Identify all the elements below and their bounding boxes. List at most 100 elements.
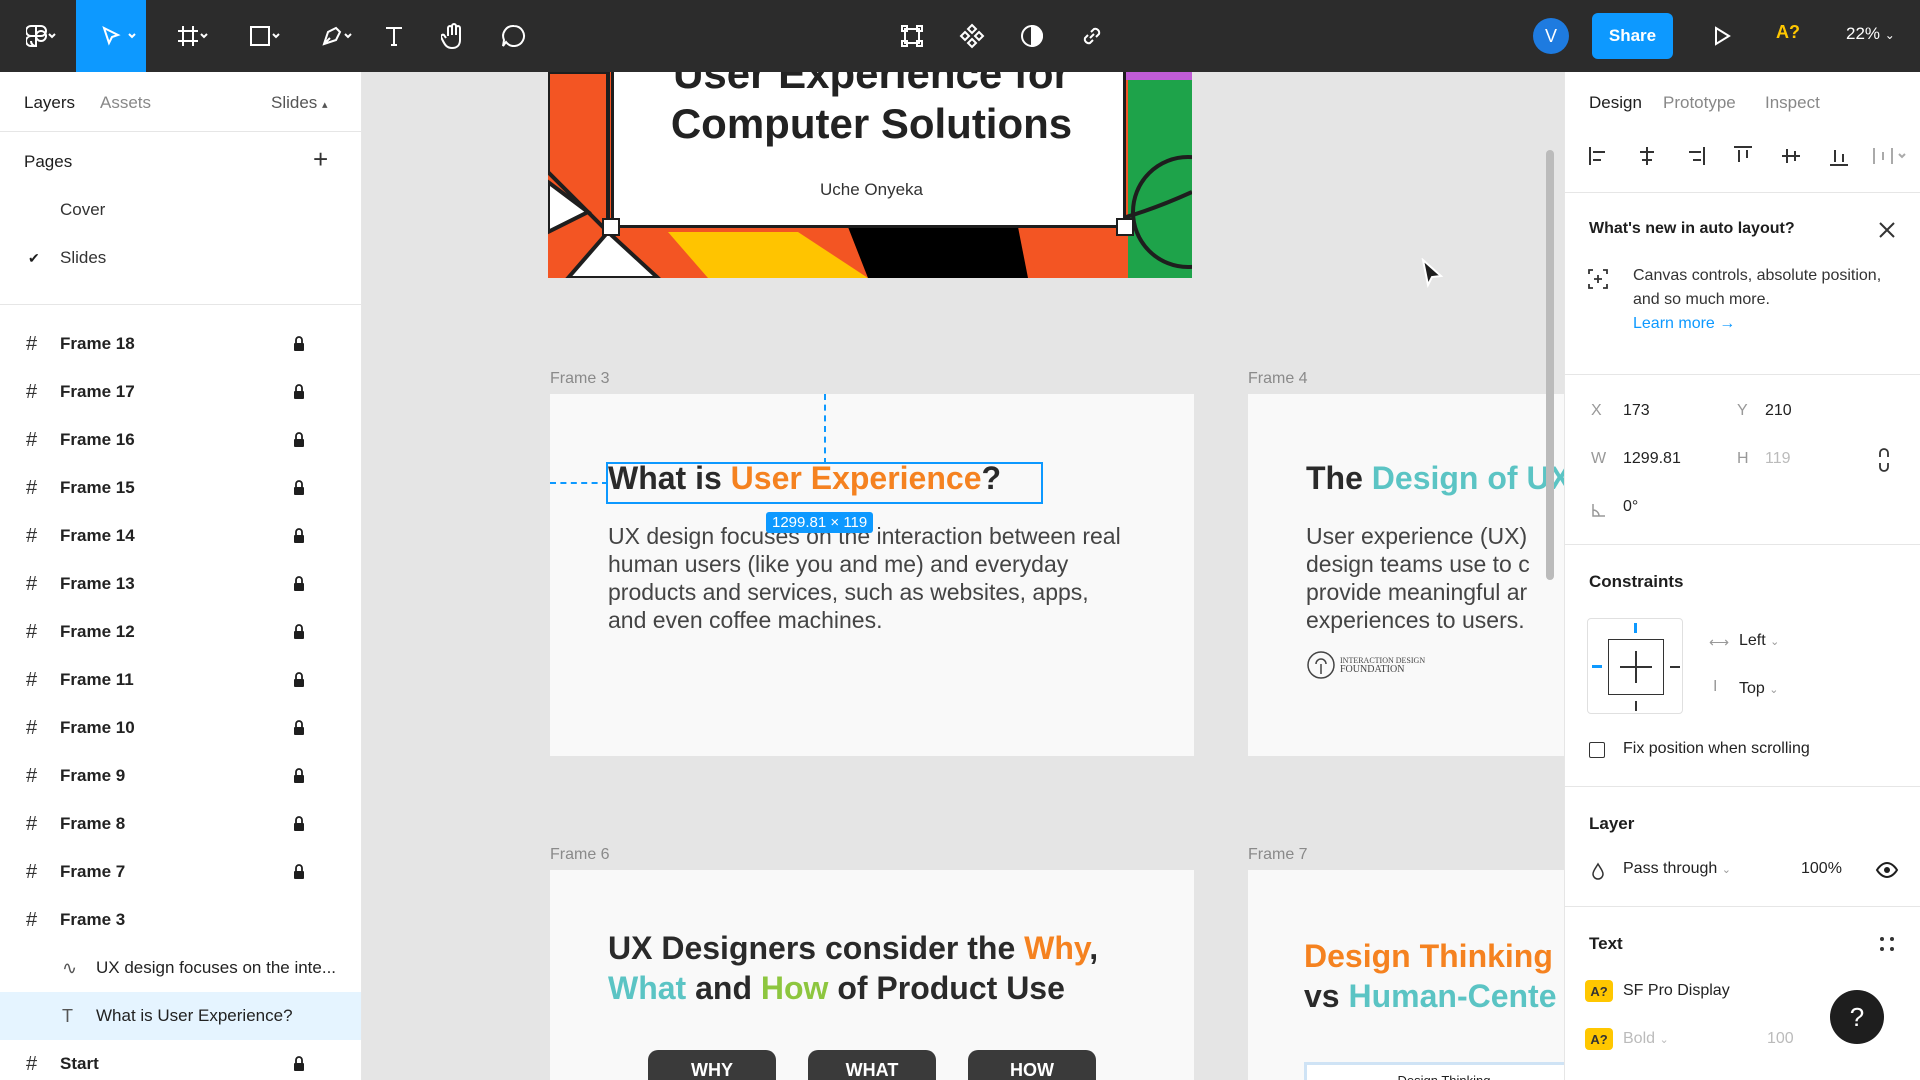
lock-icon[interactable] <box>293 672 305 688</box>
hand-tool-button[interactable] <box>434 0 474 72</box>
layer-row[interactable]: # Frame 13 <box>0 560 361 608</box>
frame6-heading[interactable]: UX Designers consider the Why, What and … <box>608 928 1098 1008</box>
shape-tool-button[interactable] <box>232 0 288 72</box>
tab-design[interactable]: Design <box>1589 93 1642 113</box>
create-component-button[interactable] <box>952 0 992 72</box>
h-input[interactable]: 119 <box>1765 450 1791 468</box>
frame-label-frame7[interactable]: Frame 7 <box>1248 846 1308 864</box>
layer-row[interactable]: # Frame 16 <box>0 416 361 464</box>
canvas-scrollbar[interactable] <box>1546 150 1554 580</box>
link-button[interactable] <box>1072 0 1112 72</box>
eye-icon[interactable] <box>1875 858 1899 882</box>
add-page-icon[interactable]: + <box>313 146 328 172</box>
blend-mode-dropdown[interactable]: Pass through ⌄ <box>1623 860 1731 878</box>
align-right-icon[interactable] <box>1683 144 1707 168</box>
lock-icon[interactable] <box>293 432 305 448</box>
frame-label-frame4[interactable]: Frame 4 <box>1248 370 1308 388</box>
constraint-bottom[interactable] <box>1635 701 1637 711</box>
frame4-heading[interactable]: The Design of UX <box>1306 460 1564 497</box>
frame4-body[interactable]: User experience (UX) design teams use to… <box>1306 522 1564 634</box>
user-avatar[interactable]: V <box>1533 18 1569 54</box>
lock-icon[interactable] <box>293 1056 305 1072</box>
x-input[interactable]: 173 <box>1623 402 1650 420</box>
frame-label-frame6[interactable]: Frame 6 <box>550 846 610 864</box>
opacity-input[interactable]: 100% <box>1801 860 1842 878</box>
font-family-dropdown[interactable]: SF Pro Display <box>1623 982 1730 1000</box>
pen-tool-button[interactable] <box>304 0 360 72</box>
align-vertical-center-icon[interactable] <box>1779 144 1803 168</box>
lock-icon[interactable] <box>293 768 305 784</box>
cover-slide[interactable]: User Experience for Computer Solutions U… <box>548 72 1192 278</box>
page-selector[interactable]: Slides ▴ <box>271 93 328 113</box>
comment-tool-button[interactable] <box>494 0 534 72</box>
layer-row[interactable]: # Frame 11 <box>0 656 361 704</box>
layer-row[interactable]: # Frame 9 <box>0 752 361 800</box>
close-icon[interactable] <box>1877 220 1897 240</box>
layer-row[interactable]: # Frame 3 <box>0 896 361 944</box>
w-input[interactable]: 1299.81 <box>1623 450 1681 468</box>
constrain-proportions-icon[interactable] <box>1877 448 1891 472</box>
align-top-icon[interactable] <box>1731 144 1755 168</box>
frame7-heading[interactable]: Design Thinking vs Human-Cente <box>1304 936 1557 1016</box>
lock-icon[interactable] <box>293 384 305 400</box>
zoom-dropdown[interactable]: 22% ⌄ <box>1846 24 1895 44</box>
page-item-cover[interactable]: Cover <box>60 200 105 220</box>
align-horizontal-center-icon[interactable] <box>1635 144 1659 168</box>
frame-7[interactable]: Design Thinking vs Human-Cente Design Th… <box>1248 870 1564 1080</box>
rotation-input[interactable]: 0° <box>1623 498 1638 516</box>
layer-row[interactable]: # Frame 7 <box>0 848 361 896</box>
layer-row[interactable]: ∿ UX design focuses on the inte... <box>0 944 361 992</box>
align-bottom-icon[interactable] <box>1827 144 1851 168</box>
layer-row[interactable]: # Frame 10 <box>0 704 361 752</box>
canvas[interactable]: User Experience for Computer Solutions U… <box>362 72 1564 1080</box>
distribute-icon[interactable] <box>1871 144 1907 168</box>
frame-4[interactable]: The Design of UX User experience (UX) de… <box>1248 394 1564 756</box>
horizontal-constraint-dropdown[interactable]: Left ⌄ <box>1739 632 1779 650</box>
frame-tool-button[interactable] <box>160 0 216 72</box>
move-tool-button[interactable] <box>76 0 146 72</box>
frame3-body[interactable]: UX design focuses on the interaction bet… <box>608 522 1128 634</box>
frame-3[interactable]: What is User Experience? UX design focus… <box>550 394 1194 756</box>
lock-icon[interactable] <box>293 480 305 496</box>
lock-icon[interactable] <box>293 720 305 736</box>
vertical-constraint-dropdown[interactable]: Top ⌄ <box>1739 680 1778 698</box>
font-size-input[interactable]: 100 <box>1767 1030 1794 1048</box>
main-menu-button[interactable] <box>12 0 62 72</box>
constraint-right[interactable] <box>1670 666 1680 668</box>
help-button[interactable]: ? <box>1830 990 1884 1044</box>
constraint-widget[interactable] <box>1587 618 1683 714</box>
font-weight-dropdown[interactable]: Bold ⌄ <box>1623 1030 1669 1048</box>
lock-icon[interactable] <box>293 864 305 880</box>
lock-icon[interactable] <box>293 816 305 832</box>
missing-font-badge[interactable]: A? <box>1585 1028 1613 1050</box>
layer-row[interactable]: T What is User Experience? <box>0 992 361 1040</box>
text-styles-grid-icon[interactable] <box>1877 934 1897 954</box>
frame-selection-button[interactable] <box>892 0 932 72</box>
lock-icon[interactable] <box>293 528 305 544</box>
resize-handle[interactable] <box>1116 218 1134 236</box>
tab-assets[interactable]: Assets <box>100 93 151 113</box>
y-input[interactable]: 210 <box>1765 402 1792 420</box>
layer-row[interactable]: # Frame 15 <box>0 464 361 512</box>
page-item-slides[interactable]: Slides <box>60 248 106 268</box>
layer-row[interactable]: # Frame 14 <box>0 512 361 560</box>
selection-box[interactable] <box>606 462 1043 504</box>
lock-icon[interactable] <box>293 624 305 640</box>
present-button[interactable] <box>1702 0 1742 72</box>
layer-row[interactable]: # Frame 17 <box>0 368 361 416</box>
layer-row[interactable]: # Frame 8 <box>0 800 361 848</box>
constraint-left-active[interactable] <box>1592 665 1602 668</box>
resize-handle[interactable] <box>602 218 620 236</box>
tab-prototype[interactable]: Prototype <box>1663 93 1736 113</box>
align-left-icon[interactable] <box>1587 144 1611 168</box>
lock-icon[interactable] <box>293 336 305 352</box>
lock-icon[interactable] <box>293 576 305 592</box>
tab-inspect[interactable]: Inspect <box>1765 93 1820 113</box>
layer-row[interactable]: # Frame 18 <box>0 320 361 368</box>
frame-label-frame3[interactable]: Frame 3 <box>550 370 610 388</box>
mask-button[interactable] <box>1012 0 1052 72</box>
learn-more-link[interactable]: Learn more → <box>1633 312 1735 336</box>
fix-position-checkbox[interactable] <box>1589 742 1605 758</box>
text-tool-button[interactable] <box>376 0 412 72</box>
tab-layers[interactable]: Layers <box>24 93 75 113</box>
